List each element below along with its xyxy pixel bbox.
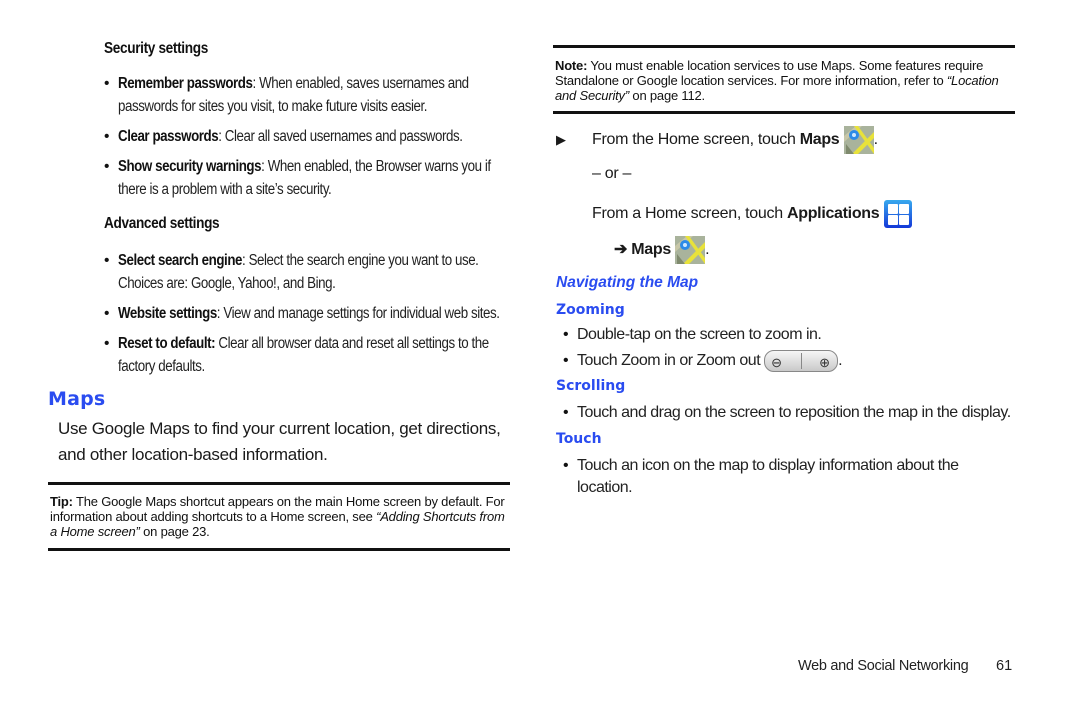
maps-app-icon (843, 126, 874, 154)
step-line-3: ➔ Maps . (553, 236, 1016, 264)
list-item: Clear passwords: Clear all saved usernam… (104, 125, 512, 148)
tip-bottom-rule (48, 548, 510, 551)
scrolling-list: Touch and drag on the screen to repositi… (563, 402, 1016, 424)
security-settings-heading: Security settings (104, 40, 208, 57)
maps-intro: Use Google Maps to find your current loc… (58, 419, 501, 464)
steps-block: ▶ From the Home screen, touch Maps . – or… (553, 126, 1016, 264)
touch-list: Touch an icon on the map to display info… (563, 455, 1016, 499)
step-line-2: From a Home screen, touch Applications (553, 200, 1016, 228)
step-or: – or – (592, 165, 632, 182)
applications-icon (883, 200, 912, 228)
security-settings-list: Remember passwords: When enabled, saves … (104, 72, 512, 201)
note-bottom-rule (553, 111, 1015, 114)
list-item: Touch Zoom in or Zoom out ⊖ ⊕ . (563, 350, 1016, 372)
tip-box: Tip: The Google Maps shortcut appears on… (48, 485, 512, 548)
maps-heading: Maps (48, 388, 106, 410)
zoom-in-icon[interactable]: ⊕ (819, 352, 830, 374)
list-item: Show security warnings: When enabled, th… (104, 155, 512, 201)
tip-suffix: on page 23. (143, 524, 210, 539)
arrow-icon: ➔ (614, 241, 628, 259)
footer-section-title: Web and Social Networking (798, 658, 969, 674)
maps-app-icon (675, 236, 706, 264)
navigating-heading: Navigating the Map (556, 274, 699, 291)
list-item: Double-tap on the screen to zoom in. (563, 324, 1016, 346)
note-text: You must enable location services to use… (555, 58, 984, 88)
zoom-control[interactable]: ⊖ ⊕ (764, 350, 839, 374)
security-settings-section: Security settings Remember passwords: Wh… (48, 40, 512, 201)
list-item: Select search engine: Select the search … (104, 249, 512, 295)
list-item: Website settings: View and manage settin… (104, 302, 512, 325)
note-box: Note: You must enable location services … (553, 48, 1017, 111)
note-label: Note: (555, 58, 588, 73)
note-suffix: on page 112. (632, 88, 705, 103)
advanced-settings-section: Advanced settings Select search engine: … (48, 215, 512, 378)
step-line-1: ▶ From the Home screen, touch Maps . (553, 126, 1016, 154)
list-item: Reset to default: Clear all browser data… (104, 332, 512, 378)
list-item: Touch and drag on the screen to repositi… (563, 402, 1016, 424)
list-item: Touch an icon on the map to display info… (563, 455, 1016, 499)
step-triangle-icon: ▶ (556, 132, 566, 148)
zooming-list: Double-tap on the screen to zoom in. Tou… (563, 324, 1016, 372)
scrolling-heading: Scrolling (556, 378, 626, 395)
tip-label: Tip: (50, 494, 73, 509)
page-number: 61 (996, 658, 1013, 674)
list-item: Remember passwords: When enabled, saves … (104, 72, 512, 118)
touch-heading: Touch (556, 431, 602, 448)
advanced-settings-heading: Advanced settings (104, 215, 220, 232)
zooming-heading: Zooming (556, 302, 625, 318)
right-column: Note: You must enable location services … (553, 45, 1016, 506)
zoom-out-icon[interactable]: ⊖ (771, 352, 782, 374)
zoom-divider (801, 353, 803, 369)
advanced-settings-list: Select search engine: Select the search … (104, 249, 512, 378)
left-column: Security settings Remember passwords: Wh… (48, 38, 512, 551)
